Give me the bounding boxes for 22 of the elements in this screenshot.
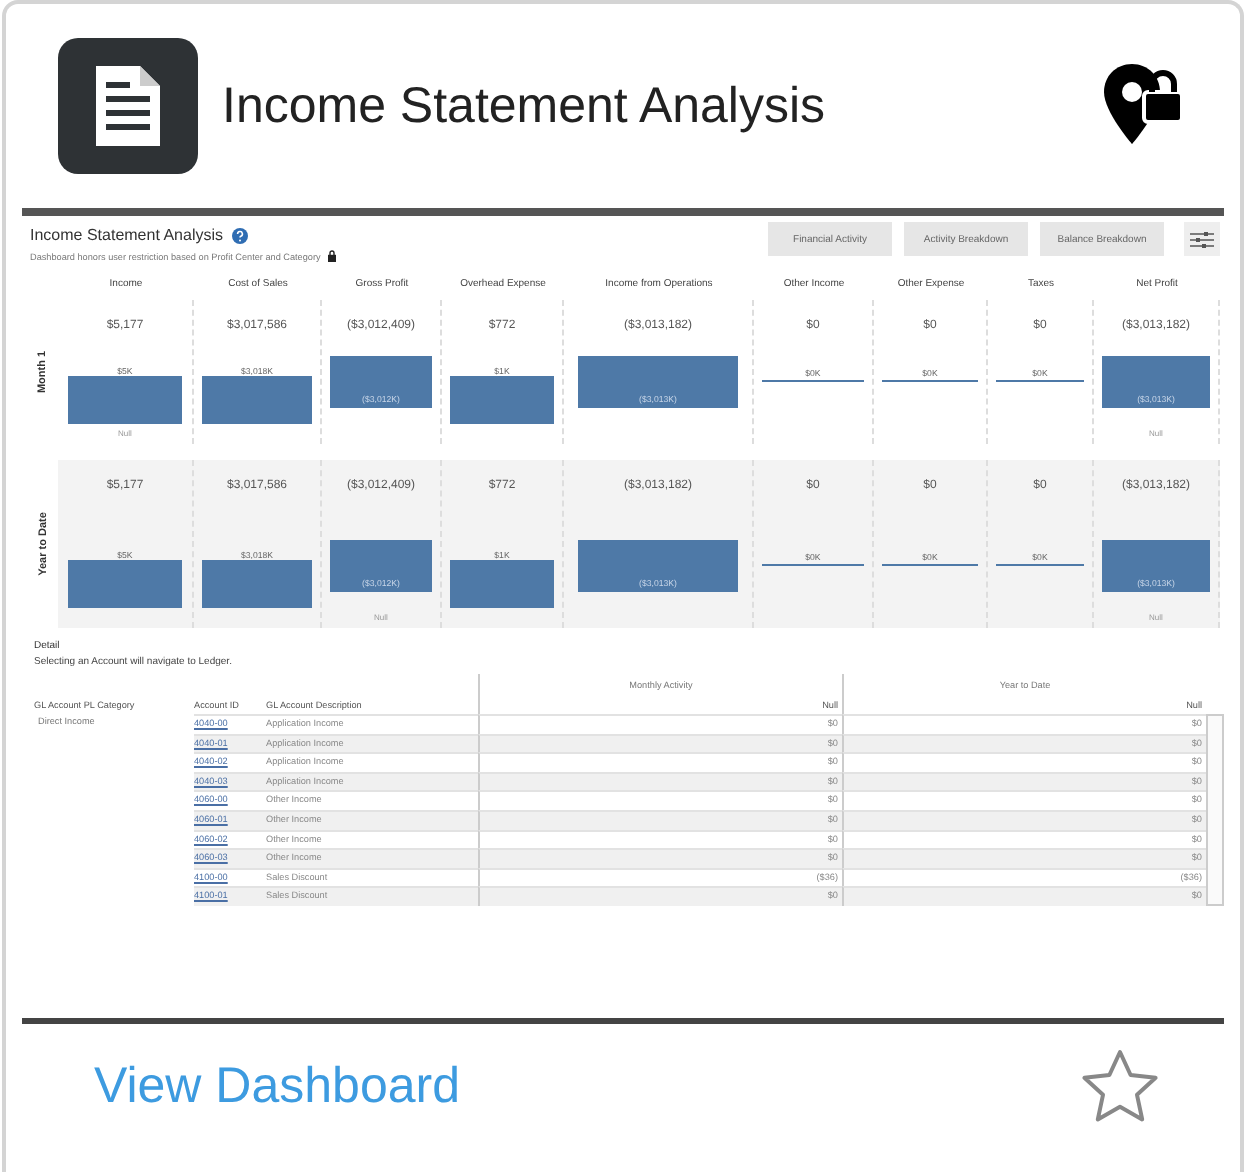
zero-line [881,563,979,565]
document-icon [90,62,166,150]
view-dashboard-link[interactable]: View Dashboard [94,1057,460,1115]
zero-line [995,563,1085,565]
bar [67,376,183,424]
zero-line [762,379,864,381]
bar [202,376,312,424]
filter-button[interactable] [1184,222,1220,256]
bar [67,560,183,608]
help-icon[interactable] [231,227,247,243]
zero-line [762,563,864,565]
star-icon[interactable] [1080,1048,1160,1124]
filter-icon[interactable] [1190,229,1214,249]
zero-line [881,379,979,381]
bar [450,376,554,424]
bar [450,560,554,608]
card-title: Income Statement Analysis [222,77,828,135]
lock-icon [328,250,337,262]
bar [202,560,312,608]
dashboard-title: Income Statement Analysis [30,226,223,244]
zero-line [995,379,1085,381]
scrollbar[interactable] [1206,714,1224,906]
